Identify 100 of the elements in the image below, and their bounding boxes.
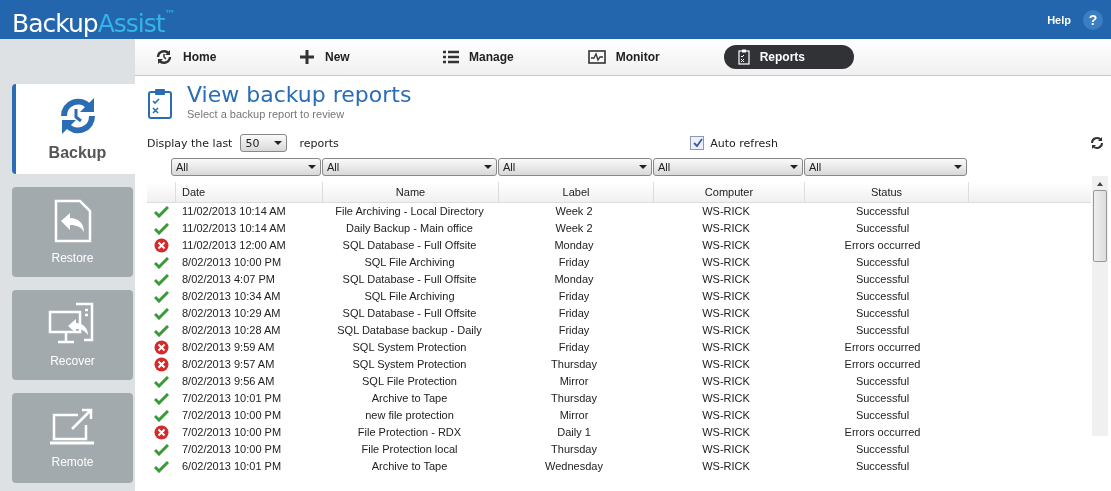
table-cell-text: 7/02/2013 10:00 PM bbox=[181, 408, 283, 423]
table-cell-text: 6/02/2013 10:01 PM bbox=[181, 459, 283, 474]
table-cell-text: Mirror bbox=[558, 408, 590, 423]
table-cell-text: Successful bbox=[854, 289, 911, 304]
table-cell-text: SQL File Archiving bbox=[363, 255, 456, 270]
filter-dropdown[interactable]: All bbox=[498, 158, 652, 176]
table-cell-text: Successful bbox=[854, 442, 911, 457]
table-cell-text: Monday bbox=[553, 272, 595, 287]
table-cell-text: SQL Database - Full Offsite bbox=[341, 272, 478, 287]
table-cell-text: Successful bbox=[854, 272, 911, 287]
table-cell-text: new file protection bbox=[364, 408, 455, 423]
table-cell-text: Successful bbox=[854, 408, 911, 423]
table-cell-text: Thursday bbox=[550, 442, 598, 457]
table-cell-text: SQL File Protection bbox=[361, 374, 458, 389]
table-cell-text: Week 2 bbox=[554, 221, 594, 236]
table-cell-text: Thursday bbox=[550, 357, 598, 372]
nav-tab[interactable]: New bbox=[299, 45, 383, 69]
table-cell-text: WS-RICK bbox=[701, 323, 751, 338]
table-cell-text: Archive to Tape bbox=[370, 459, 449, 474]
nav-tab[interactable]: Monitor bbox=[587, 45, 674, 69]
filter-dropdown[interactable]: All bbox=[653, 158, 803, 176]
table-cell-text: WS-RICK bbox=[701, 459, 751, 474]
table-cell-text: WS-RICK bbox=[701, 408, 751, 423]
table-cell-text: SQL Database - Full Offsite bbox=[341, 238, 478, 253]
table-cell-text: Friday bbox=[557, 306, 591, 321]
table-cell-text: WS-RICK bbox=[701, 357, 751, 372]
table-cell-text: WS-RICK bbox=[701, 221, 751, 236]
table-cell-text: File Archiving - Local Directory bbox=[334, 204, 485, 219]
table-cell-text: Errors occurred bbox=[843, 238, 922, 253]
table-cell-text: Monday bbox=[553, 238, 595, 253]
table-cell-text: Mirror bbox=[558, 374, 590, 389]
table-cell-text: 11/02/2013 10:14 AM bbox=[181, 221, 287, 236]
table-cell-text: Successful bbox=[854, 255, 911, 270]
table-cell-text: Successful bbox=[854, 374, 911, 389]
table-cell-text: WS-RICK bbox=[701, 204, 751, 219]
filter-dropdown[interactable]: All bbox=[322, 158, 497, 176]
table-cell-text: WS-RICK bbox=[701, 442, 751, 457]
table-cell-text: File Protection local bbox=[360, 442, 459, 457]
display-label: Display the last bbox=[147, 136, 233, 150]
help-icon[interactable]: ? bbox=[1083, 9, 1103, 30]
table-cell-text: Friday bbox=[557, 323, 591, 338]
table-cell-text: Successful bbox=[854, 306, 911, 321]
table-cell-text: Successful bbox=[854, 323, 911, 338]
reports-label: reports bbox=[299, 136, 339, 150]
table-cell-text: WS-RICK bbox=[701, 255, 751, 270]
table-cell-text: Archive to Tape bbox=[370, 391, 449, 406]
table-cell-text: WS-RICK bbox=[701, 289, 751, 304]
count-dropdown[interactable]: 50 bbox=[240, 134, 288, 152]
table-cell-text: WS-RICK bbox=[701, 272, 751, 287]
table-cell-text: Week 2 bbox=[554, 204, 594, 219]
table-cell-text: 8/02/2013 9:59 AM bbox=[181, 340, 276, 355]
help-link[interactable]: Help bbox=[1047, 13, 1071, 26]
table-cell-text: SQL Database backup - Daily bbox=[336, 323, 483, 338]
column-header[interactable]: Computer bbox=[654, 182, 805, 202]
auto-refresh-label: Auto refresh bbox=[710, 136, 778, 150]
table-cell-text: Friday bbox=[557, 340, 591, 355]
table-cell-text: WS-RICK bbox=[701, 306, 751, 321]
table-cell-text: Friday bbox=[557, 255, 591, 270]
table-cell-text: SQL System Protection bbox=[351, 340, 468, 355]
table-cell-text: 11/02/2013 10:14 AM bbox=[181, 204, 287, 219]
filter-dropdown[interactable]: All bbox=[171, 158, 321, 176]
table-cell-text: Daily Backup - Main office bbox=[345, 221, 474, 236]
table-cell-text: 8/02/2013 10:29 AM bbox=[181, 306, 282, 321]
table-cell-text: 8/02/2013 4:07 PM bbox=[181, 272, 276, 287]
table-cell-text: 8/02/2013 10:34 AM bbox=[181, 289, 282, 304]
table-cell-text: Thursday bbox=[550, 391, 598, 406]
table-cell-text: Successful bbox=[854, 459, 911, 474]
table-cell-text: Successful bbox=[854, 221, 911, 236]
page-title: View backup reports bbox=[187, 82, 412, 108]
nav-tab[interactable]: Manage bbox=[443, 45, 528, 69]
table-cell-text: WS-RICK bbox=[701, 374, 751, 389]
table-cell-text: 8/02/2013 10:00 PM bbox=[181, 255, 283, 270]
table-cell-text: Errors occurred bbox=[843, 340, 922, 355]
table-cell-text: Friday bbox=[557, 289, 591, 304]
table-cell-text: Daily 1 bbox=[556, 425, 592, 440]
filter-dropdown[interactable]: All bbox=[804, 158, 967, 176]
table-cell-text: WS-RICK bbox=[701, 238, 751, 253]
column-header[interactable]: Date bbox=[176, 182, 323, 202]
table-cell-text: 7/02/2013 10:00 PM bbox=[181, 425, 283, 440]
table-cell-text: 7/02/2013 10:01 PM bbox=[181, 391, 283, 406]
nav-tab[interactable]: Home bbox=[155, 45, 239, 69]
table-cell-text: 8/02/2013 10:28 AM bbox=[181, 323, 282, 338]
table-cell-text: SQL Database - Full Offsite bbox=[341, 306, 478, 321]
table-cell-text: Successful bbox=[854, 391, 911, 406]
table-cell-text: Successful bbox=[854, 204, 911, 219]
table-cell-text: File Protection - RDX bbox=[356, 425, 463, 440]
table-cell-text: 8/02/2013 9:56 AM bbox=[181, 374, 276, 389]
table-cell-text: 8/02/2013 9:57 AM bbox=[181, 357, 276, 372]
column-header[interactable]: Label bbox=[499, 182, 654, 202]
table-cell-text: Wednesday bbox=[544, 459, 604, 474]
table-cell-text: WS-RICK bbox=[701, 391, 751, 406]
column-header[interactable]: Status bbox=[805, 182, 969, 202]
table-cell-text: Errors occurred bbox=[843, 357, 922, 372]
table-cell-text: SQL File Archiving bbox=[363, 289, 456, 304]
column-header[interactable]: Name bbox=[323, 182, 499, 202]
nav-tab[interactable]: Reports bbox=[723, 45, 854, 69]
table-cell-text: SQL System Protection bbox=[351, 357, 468, 372]
table-cell-text: Errors occurred bbox=[843, 425, 922, 440]
page-subtitle: Select a backup report to review bbox=[187, 108, 346, 120]
table-cell-text: WS-RICK bbox=[701, 340, 751, 355]
